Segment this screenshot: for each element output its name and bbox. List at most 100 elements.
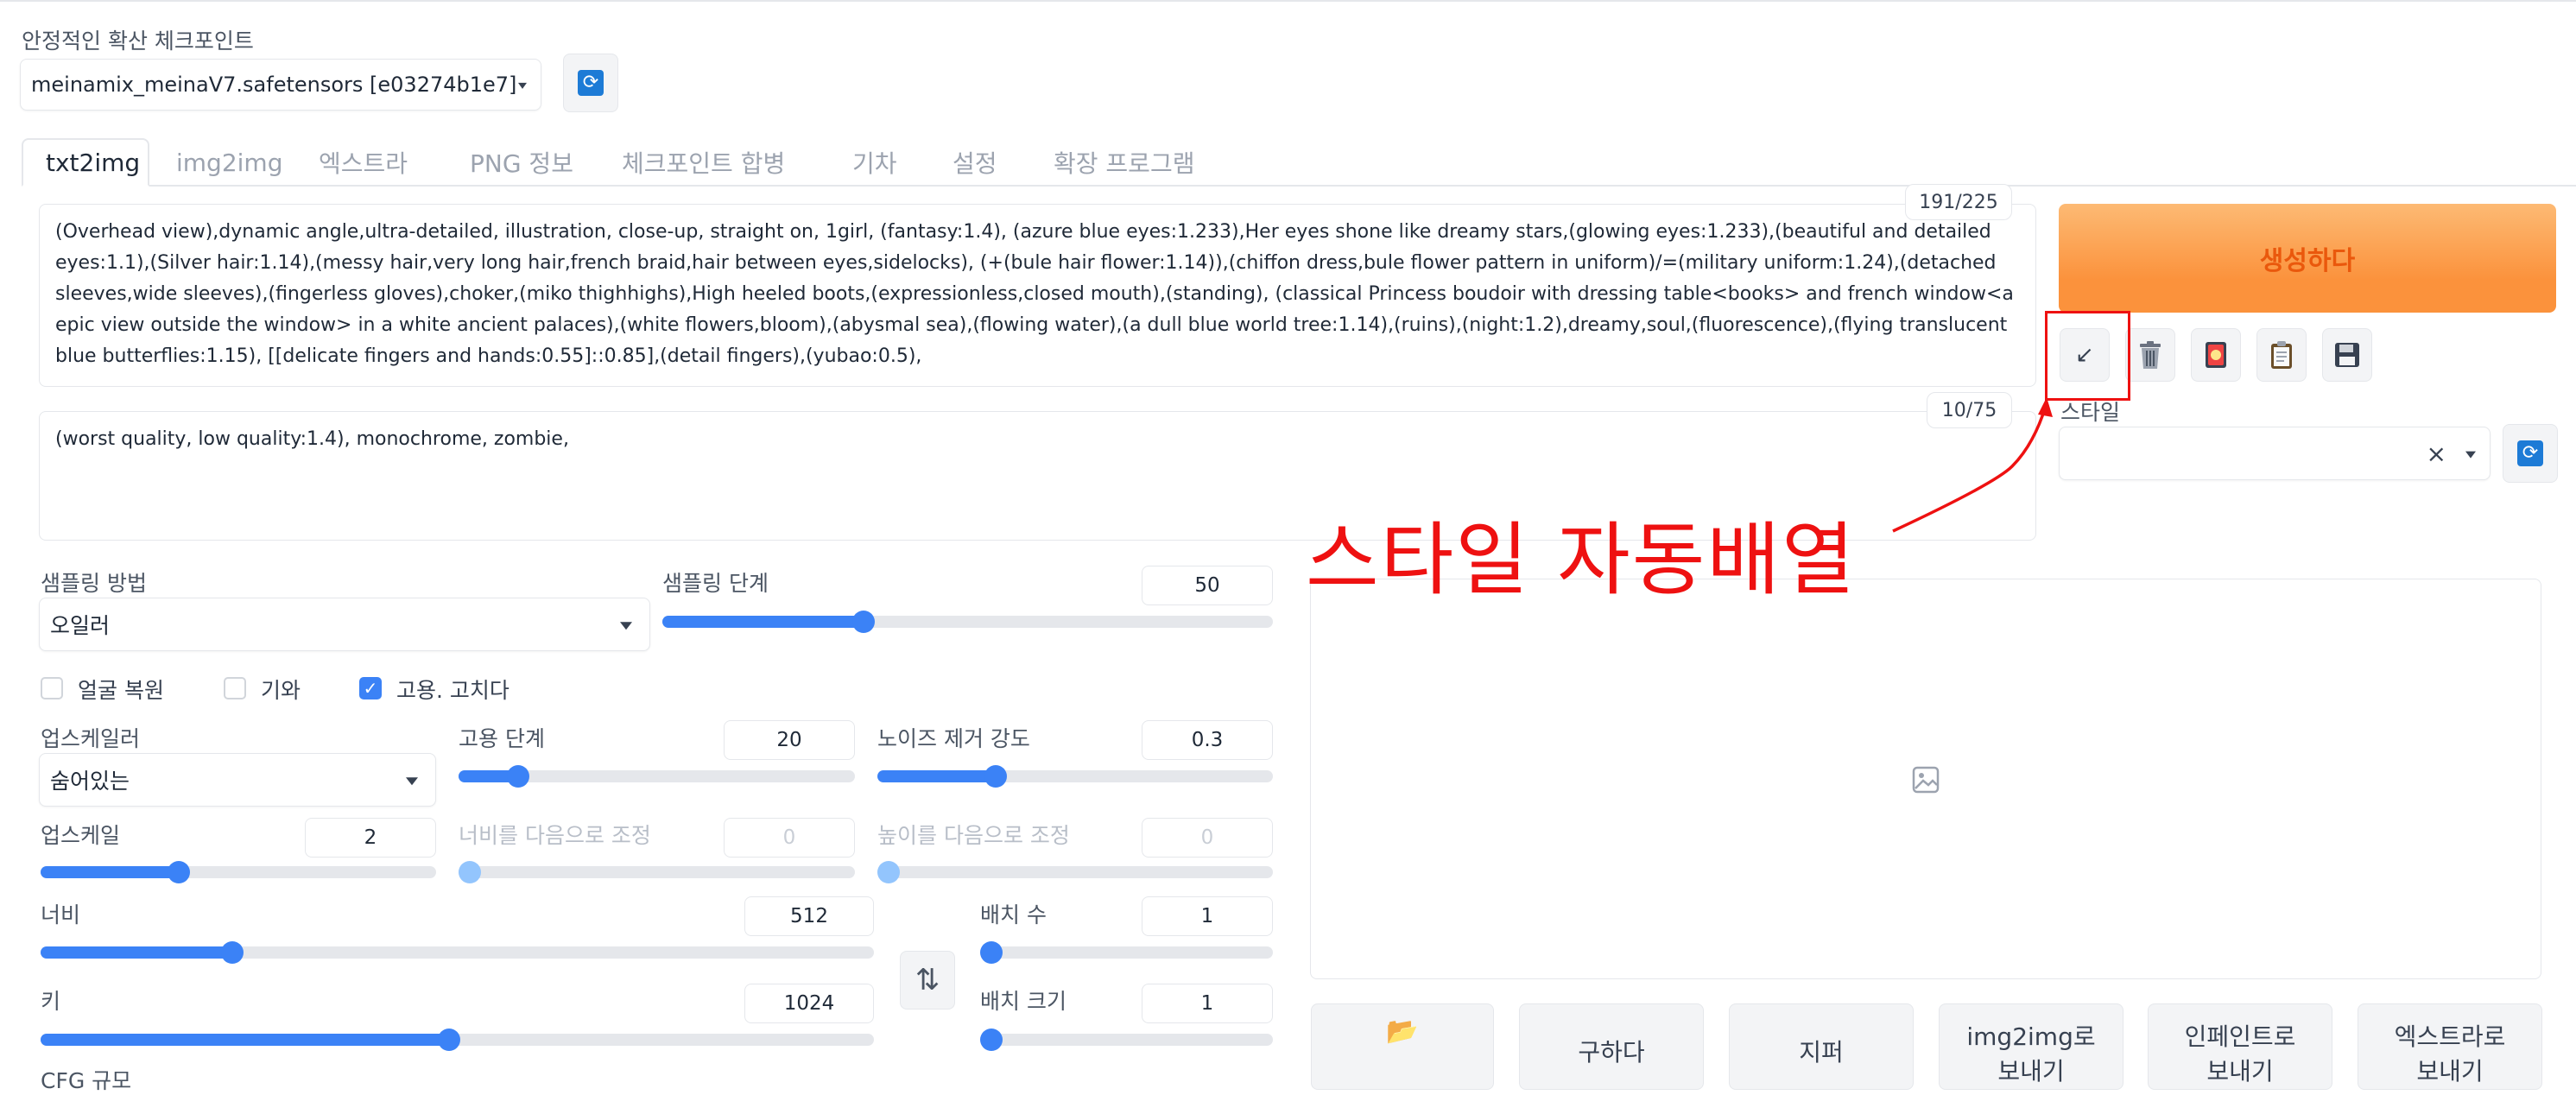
send-to-inpaint-button[interactable]: 인페인트로 보내기 (2148, 1003, 2332, 1090)
output-gallery (1310, 579, 2541, 979)
batch-count-slider[interactable] (980, 941, 1273, 964)
tab-txt2img[interactable]: txt2img (22, 138, 149, 187)
denoising-strength-label: 노이즈 제거 강도 (877, 726, 1030, 751)
batch-size-input[interactable]: 1 (1142, 984, 1273, 1023)
checkpoint-dropdown[interactable]: meinamix_meinaV7.safetensors [e03274b1e7… (20, 59, 541, 111)
refresh-icon: ⟳ (578, 70, 604, 96)
slider-handle[interactable] (980, 1029, 1003, 1051)
tab-png-info[interactable]: PNG 정보 (470, 138, 573, 187)
tab-checkpoint-merger[interactable]: 체크포인트 합병 (622, 138, 785, 187)
slider-handle (877, 861, 900, 883)
width-input[interactable]: 512 (744, 896, 874, 936)
slider-handle (459, 861, 481, 883)
height-label: 키 (41, 989, 61, 1014)
slider-handle[interactable] (852, 611, 875, 633)
zip-button[interactable]: 지퍼 (1729, 1003, 1914, 1090)
tab-train[interactable]: 기차 (852, 138, 897, 187)
clear-prompt-button[interactable] (2125, 328, 2175, 382)
image-placeholder-icon (1912, 766, 1940, 794)
upscaler-value: 숨어있는 (50, 769, 130, 794)
sampling-steps-slider[interactable] (662, 611, 1273, 633)
hires-steps-label: 고용 단계 (459, 726, 545, 751)
denoising-strength-slider[interactable] (877, 765, 1273, 788)
hires-steps-slider[interactable] (459, 765, 855, 788)
clipboard-icon (2271, 341, 2292, 369)
negative-prompt-text: (worst quality, low quality:1.4), monoch… (55, 428, 569, 450)
upscaler-dropdown[interactable]: 숨어있는 (39, 753, 436, 807)
checkpoint-label: 안정적인 확산 체크포인트 (22, 28, 254, 54)
sampling-steps-input[interactable]: 50 (1142, 566, 1273, 605)
save-style-button[interactable] (2322, 328, 2372, 382)
paste-button[interactable] (2256, 328, 2307, 382)
hires-steps-input[interactable]: 20 (724, 720, 855, 760)
sampling-method-value: 오일러 (50, 613, 111, 638)
upscale-by-input[interactable]: 2 (305, 818, 436, 858)
save-disk-icon (2335, 343, 2359, 367)
tab-img2img[interactable]: img2img (176, 138, 282, 187)
prompt-text: (Overhead view),dynamic angle,ultra-deta… (55, 221, 2014, 367)
cfg-scale-label: CFG 규모 (41, 1068, 132, 1093)
restore-faces-checkbox[interactable] (41, 677, 63, 699)
sampling-steps-label: 샘플링 단계 (662, 571, 769, 596)
hires-fix-checkbox[interactable]: ✓ (359, 677, 382, 699)
swap-dimensions-button[interactable]: ⇅ (900, 951, 955, 1010)
annotation-highlight-box (2045, 311, 2130, 401)
tab-extras[interactable]: 엑스트라 (319, 138, 408, 187)
tab-settings[interactable]: 설정 (953, 138, 997, 187)
top-border (0, 0, 2576, 2)
tab-extensions[interactable]: 확장 프로그램 (1054, 138, 1194, 187)
generate-button[interactable]: 생성하다 (2059, 204, 2556, 313)
batch-size-label: 배치 크기 (980, 989, 1066, 1014)
tiling-label: 기와 (261, 678, 301, 703)
batch-size-slider[interactable] (980, 1029, 1273, 1051)
open-folder-button[interactable]: 📂 (1311, 1003, 1494, 1090)
denoising-strength-input[interactable]: 0.3 (1142, 720, 1273, 760)
upscale-by-label: 업스케일 (41, 823, 121, 848)
batch-count-label: 배치 수 (980, 902, 1047, 927)
prompt-token-counter: 191/225 (1905, 184, 2012, 220)
upscaler-label: 업스케일러 (41, 726, 141, 751)
extra-networks-button[interactable] (2191, 328, 2241, 382)
chevron-down-icon (2465, 451, 2476, 459)
chevron-down-icon (620, 622, 632, 630)
styles-dropdown[interactable]: × (2059, 427, 2491, 480)
save-button[interactable]: 구하다 (1519, 1003, 1704, 1090)
refresh-icon: ⟳ (2517, 440, 2543, 466)
sampling-method-dropdown[interactable]: 오일러 (39, 598, 650, 651)
resize-width-input: 0 (724, 818, 855, 858)
refresh-styles-button[interactable]: ⟳ (2503, 424, 2558, 483)
upscale-by-slider[interactable] (41, 861, 436, 883)
hires-fix-label: 고용. 고치다 (396, 678, 510, 703)
send-to-img2img-button[interactable]: img2img로 보내기 (1939, 1003, 2123, 1090)
resize-height-label: 높이를 다음으로 조정 (877, 823, 1070, 848)
annotation-arrow (1892, 397, 2053, 533)
annotation-text: 스타일 자동배열 (1306, 514, 1857, 606)
slider-handle[interactable] (984, 765, 1007, 788)
batch-count-input[interactable]: 1 (1142, 896, 1273, 936)
send-to-extras-button[interactable]: 엑스트라로 보내기 (2358, 1003, 2542, 1090)
slider-handle[interactable] (221, 941, 244, 964)
slider-handle[interactable] (438, 1029, 460, 1051)
tiling-checkbox[interactable] (224, 677, 246, 699)
resize-width-slider (459, 861, 855, 883)
red-card-icon (2206, 342, 2226, 368)
width-slider[interactable] (41, 941, 874, 964)
slider-handle[interactable] (507, 765, 529, 788)
width-label: 너비 (41, 902, 81, 927)
clear-styles-icon[interactable]: × (2427, 440, 2446, 468)
chevron-down-icon (406, 777, 418, 786)
resize-height-slider (877, 861, 1273, 883)
height-slider[interactable] (41, 1029, 874, 1051)
trash-icon (2140, 341, 2161, 369)
chevron-down-icon (518, 82, 527, 89)
checkpoint-value: meinamix_meinaV7.safetensors [e03274b1e7… (31, 73, 517, 97)
restore-faces-label: 얼굴 복원 (78, 678, 164, 703)
height-input[interactable]: 1024 (744, 984, 874, 1023)
slider-handle[interactable] (168, 861, 190, 883)
resize-width-label: 너비를 다음으로 조정 (459, 823, 651, 848)
prompt-textarea[interactable]: (Overhead view),dynamic angle,ultra-deta… (39, 204, 2036, 387)
slider-handle[interactable] (980, 941, 1003, 964)
sampling-method-label: 샘플링 방법 (41, 571, 147, 596)
resize-height-input: 0 (1142, 818, 1273, 858)
refresh-checkpoint-button[interactable]: ⟳ (563, 54, 618, 112)
